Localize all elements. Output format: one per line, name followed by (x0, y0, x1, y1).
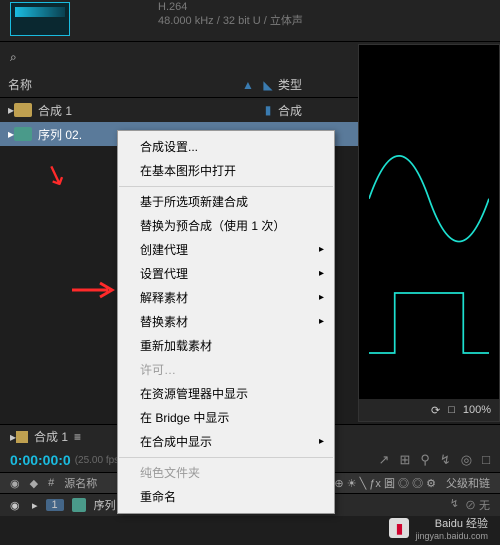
switches-col: ⊕ ☀ ╲ ƒx 圓 ◎ ◎ ⚙ (334, 475, 436, 491)
menu-item: 纯色文件夹 (118, 461, 334, 485)
tag-icon[interactable]: ◣ (258, 78, 278, 92)
src-name-col[interactable]: 源名称 (64, 475, 97, 491)
row-name: 序列 02. (38, 126, 82, 143)
comp-icon (16, 431, 28, 443)
lock-col-icon[interactable]: ◆ (30, 477, 38, 490)
annotation-arrow-1: ↘ (39, 155, 72, 194)
menu-item[interactable]: 重命名 (118, 485, 334, 509)
col-type[interactable]: 类型 (278, 76, 348, 93)
timeline-tool-icon[interactable]: ↯ (440, 452, 451, 468)
layer-number: 1 (46, 499, 64, 511)
num-col: # (48, 477, 54, 489)
comp-icon (14, 103, 32, 117)
media-info-panel: H.264 48.000 kHz / 32 bit U / 立体声 (0, 0, 500, 42)
timeline-tool-icon[interactable]: ↗ (379, 452, 390, 468)
row-name: 合成 1 (38, 102, 72, 119)
menu-item: 许可… (118, 358, 334, 382)
menu-item[interactable]: 设置代理 (118, 262, 334, 286)
layer-chevron-icon[interactable]: ▸ (32, 499, 38, 512)
context-menu: 合成设置...在基本图形中打开基于所选项新建合成替换为预合成（使用 1 次）创建… (117, 130, 335, 514)
timeline-tools: ↗ ⊞ ⚲ ↯ ◎ □ (379, 452, 490, 468)
timeline-tab-label: 合成 1 (34, 428, 68, 445)
preview-footer: ⟳ □ 100% (359, 399, 499, 421)
search-input[interactable] (23, 50, 163, 64)
menu-item[interactable]: 创建代理 (118, 238, 334, 262)
timeline-tool-icon[interactable]: ⚲ (420, 452, 430, 468)
footage-icon (72, 498, 86, 512)
eye-col-icon[interactable]: ◉ (10, 477, 20, 490)
timeline-tab-menu-icon[interactable]: ≡ (74, 430, 81, 444)
menu-item[interactable]: 基于所选项新建合成 (118, 190, 334, 214)
media-thumbnail (10, 2, 70, 36)
codec-line: H.264 (158, 0, 303, 14)
timeline-tool-icon[interactable]: ⊞ (399, 452, 410, 468)
layer-switches[interactable]: ↯ ⊘ 无 (450, 497, 490, 513)
search-icon[interactable]: ⌕ (10, 50, 17, 65)
timeline-tool-icon[interactable]: ◎ (461, 452, 472, 468)
menu-separator (119, 457, 333, 458)
parent-mode[interactable]: ⊘ 无 (465, 497, 490, 513)
watermark-logo-icon: ▮ (389, 518, 409, 538)
mp4-icon (14, 127, 32, 141)
watermark: ▮ Baidu 经验 jingyan.baidu.com (389, 515, 488, 541)
col-name[interactable]: 名称 (8, 76, 238, 93)
parent-col[interactable]: 父级和链 (446, 475, 490, 491)
watermark-url: jingyan.baidu.com (415, 531, 488, 541)
annotation-arrow-2 (72, 275, 116, 307)
menu-item[interactable]: 替换为预合成（使用 1 次） (118, 214, 334, 238)
fps-note: (25.00 fps) (75, 455, 123, 466)
waveform-graph (369, 55, 489, 411)
menu-item[interactable]: 在基本图形中打开 (118, 159, 334, 183)
menu-item[interactable]: 在合成中显示 (118, 430, 334, 454)
zoom-level[interactable]: 100% (463, 404, 491, 416)
menu-item[interactable]: 在 Bridge 中显示 (118, 406, 334, 430)
layer-visibility-icon[interactable]: ◉ (10, 499, 24, 512)
timecode[interactable]: 0:00:00:0 (10, 452, 71, 468)
timeline-tab[interactable]: 合成 1 (16, 428, 68, 445)
menu-item[interactable]: 替换素材 (118, 310, 334, 334)
sort-icon[interactable]: ▲ (238, 78, 258, 92)
timeline-tool-icon[interactable]: □ (482, 452, 490, 468)
row-tag[interactable]: ▮ (258, 103, 278, 117)
transport-stop-icon[interactable]: □ (448, 404, 455, 416)
transport-loop-icon[interactable]: ⟳ (431, 404, 440, 417)
audio-spec-line: 48.000 kHz / 32 bit U / 立体声 (158, 14, 303, 28)
menu-item[interactable]: 重新加载素材 (118, 334, 334, 358)
menu-item[interactable]: 解释素材 (118, 286, 334, 310)
row-type: 合成 (278, 102, 348, 119)
menu-item[interactable]: 合成设置... (118, 135, 334, 159)
switch-fx[interactable]: ↯ (450, 497, 459, 513)
menu-item[interactable]: 在资源管理器中显示 (118, 382, 334, 406)
watermark-brand: Baidu 经验 (415, 515, 488, 531)
menu-separator (119, 186, 333, 187)
waveform-icon (15, 7, 65, 17)
codec-info: H.264 48.000 kHz / 32 bit U / 立体声 (158, 0, 303, 29)
preview-pane: ⟳ □ 100% (358, 44, 500, 422)
